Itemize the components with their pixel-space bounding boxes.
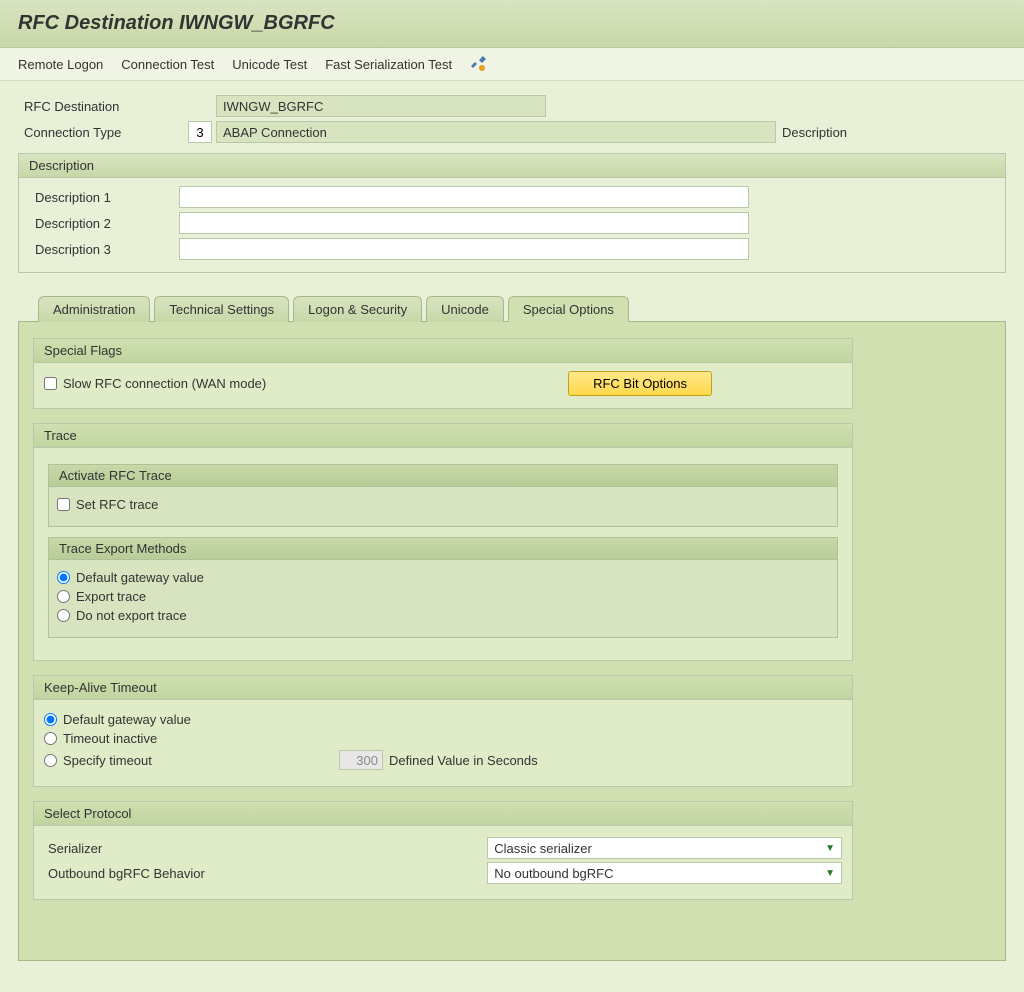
timeout-inactive-radio[interactable] — [44, 732, 57, 745]
keepalive-default-radio[interactable] — [44, 713, 57, 726]
connection-test-button[interactable]: Connection Test — [121, 57, 214, 72]
defined-value-label: Defined Value in Seconds — [389, 753, 538, 768]
unicode-test-button[interactable]: Unicode Test — [232, 57, 307, 72]
timeout-value-input — [339, 750, 383, 770]
do-not-export-radio[interactable] — [57, 609, 70, 622]
connection-type-code — [188, 121, 212, 143]
rfc-destination-row: RFC Destination IWNGW_BGRFC — [18, 95, 1006, 117]
set-rfc-trace-checkbox[interactable] — [57, 498, 70, 511]
description1-label: Description 1 — [29, 190, 179, 205]
slow-rfc-label: Slow RFC connection (WAN mode) — [63, 376, 266, 391]
tab-logon-security[interactable]: Logon & Security — [293, 296, 422, 322]
description3-input[interactable] — [179, 238, 749, 260]
timeout-inactive-label: Timeout inactive — [63, 731, 157, 746]
chevron-down-icon: ▼ — [825, 843, 835, 854]
export-trace-radio[interactable] — [57, 590, 70, 603]
connection-type-label: Connection Type — [18, 125, 188, 140]
specify-timeout-label: Specify timeout — [63, 753, 333, 768]
trace-export-title: Trace Export Methods — [49, 538, 837, 560]
content-area: RFC Destination IWNGW_BGRFC Connection T… — [0, 81, 1024, 975]
outbound-bgrfc-value: No outbound bgRFC — [494, 866, 613, 881]
special-flags-title: Special Flags — [34, 339, 852, 363]
trace-panel-title: Trace — [34, 424, 852, 448]
do-not-export-label: Do not export trace — [76, 608, 187, 623]
serializer-value: Classic serializer — [494, 841, 592, 856]
activate-trace-title: Activate RFC Trace — [49, 465, 837, 487]
description1-input[interactable] — [179, 186, 749, 208]
tab-content-special-options: Special Flags Slow RFC connection (WAN m… — [18, 321, 1006, 961]
serializer-label: Serializer — [44, 841, 487, 856]
rfc-bit-options-button[interactable]: RFC Bit Options — [568, 371, 712, 396]
tools-icon[interactable] — [470, 56, 486, 72]
keepalive-default-label: Default gateway value — [63, 712, 191, 727]
trace-panel: Trace Activate RFC Trace Set RFC trace T… — [33, 423, 853, 661]
description3-label: Description 3 — [29, 242, 179, 257]
remote-logon-button[interactable]: Remote Logon — [18, 57, 103, 72]
special-flags-panel: Special Flags Slow RFC connection (WAN m… — [33, 338, 853, 409]
keepalive-panel: Keep-Alive Timeout Default gateway value… — [33, 675, 853, 787]
description-panel-title: Description — [19, 154, 1005, 178]
select-protocol-panel: Select Protocol Serializer Classic seria… — [33, 801, 853, 900]
tab-strip: Administration Technical Settings Logon … — [18, 295, 1006, 321]
tab-administration[interactable]: Administration — [38, 296, 150, 322]
trace-default-gateway-radio[interactable] — [57, 571, 70, 584]
chevron-down-icon: ▼ — [825, 868, 835, 879]
connection-type-value: ABAP Connection — [216, 121, 776, 143]
description2-input[interactable] — [179, 212, 749, 234]
specify-timeout-radio[interactable] — [44, 754, 57, 767]
trace-default-gateway-label: Default gateway value — [76, 570, 204, 585]
fast-serialization-test-button[interactable]: Fast Serialization Test — [325, 57, 452, 72]
outbound-bgrfc-label: Outbound bgRFC Behavior — [44, 866, 487, 881]
description2-label: Description 2 — [29, 216, 179, 231]
rfc-destination-label: RFC Destination — [18, 99, 188, 114]
serializer-dropdown[interactable]: Classic serializer ▼ — [487, 837, 842, 859]
select-protocol-title: Select Protocol — [34, 802, 852, 826]
activate-trace-panel: Activate RFC Trace Set RFC trace — [48, 464, 838, 527]
outbound-bgrfc-dropdown[interactable]: No outbound bgRFC ▼ — [487, 862, 842, 884]
toolbar: Remote Logon Connection Test Unicode Tes… — [0, 48, 1024, 81]
trace-export-panel: Trace Export Methods Default gateway val… — [48, 537, 838, 638]
export-trace-label: Export trace — [76, 589, 146, 604]
description-panel: Description Description 1 Description 2 … — [18, 153, 1006, 273]
tab-unicode[interactable]: Unicode — [426, 296, 504, 322]
set-rfc-trace-label: Set RFC trace — [76, 497, 158, 512]
description-side-label: Description — [782, 125, 847, 140]
slow-rfc-checkbox[interactable] — [44, 377, 57, 390]
page-title: RFC Destination IWNGW_BGRFC — [18, 12, 1006, 35]
keepalive-title: Keep-Alive Timeout — [34, 676, 852, 700]
tab-technical-settings[interactable]: Technical Settings — [154, 296, 289, 322]
page-header: RFC Destination IWNGW_BGRFC — [0, 0, 1024, 48]
connection-type-row: Connection Type ABAP Connection Descript… — [18, 121, 1006, 143]
rfc-destination-value: IWNGW_BGRFC — [216, 95, 546, 117]
tab-special-options[interactable]: Special Options — [508, 296, 629, 322]
